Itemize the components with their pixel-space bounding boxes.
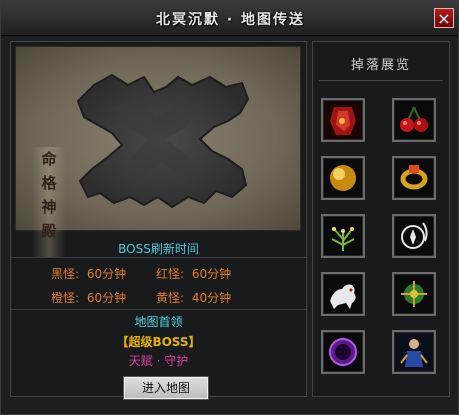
map-teleport-window: 北冥沉默 · 地图传送 × 命格神殿 BOSS刷新时间 黑怪: 60分钟 红怪:… — [0, 0, 459, 415]
rate-row-2: 橙怪: 60分钟 黄怪: 40分钟 — [51, 289, 301, 306]
rate-value-red: 60分钟 — [191, 267, 232, 281]
drop-slot-beast[interactable] — [321, 272, 365, 316]
green-gem-icon — [395, 275, 433, 313]
white-beast-icon — [324, 275, 362, 313]
drop-slot-red-robe[interactable] — [321, 98, 365, 142]
drop-preview-title: 掉落展览 — [350, 58, 411, 73]
rate-label-red: 红怪: — [155, 267, 185, 281]
boss-refresh-header: BOSS刷新时间 — [118, 242, 199, 256]
rate-value-yellow: 40分钟 — [191, 291, 232, 305]
drop-slot-monk[interactable] — [392, 330, 436, 374]
rate-value-black: 60分钟 — [86, 267, 127, 281]
drop-slot-compass[interactable] — [392, 214, 436, 258]
divider — [11, 257, 306, 258]
map-preview: 命格神殿 — [15, 46, 301, 257]
title-bar[interactable]: 北冥沉默 · 地图传送 × — [1, 1, 458, 36]
talent-label: 天赋 · 守护 — [128, 354, 189, 368]
map-name-text: 命格神殿 — [41, 150, 57, 240]
drop-slot-purple-orb[interactable] — [321, 330, 365, 374]
enter-map-button[interactable]: 进入地图 — [124, 377, 208, 399]
compass-icon — [395, 217, 433, 255]
green-plant-icon — [324, 217, 362, 255]
map-leader-header: 地图首领 — [134, 315, 183, 329]
drop-slot-cherry[interactable] — [392, 98, 436, 142]
purple-orb-icon — [324, 333, 362, 371]
divider — [11, 309, 306, 310]
rate-value-orange: 60分钟 — [86, 291, 127, 305]
window-title: 北冥沉默 · 地图传送 — [155, 12, 306, 28]
drop-slot-gold-orb[interactable] — [321, 156, 365, 200]
rate-label-black: 黑怪: — [51, 267, 80, 281]
rate-row-1: 黑怪: 60分钟 红怪: 60分钟 — [51, 265, 301, 282]
drop-slot-plant[interactable] — [321, 214, 365, 258]
close-button[interactable]: × — [434, 8, 454, 28]
cherry-icon — [395, 101, 433, 139]
red-robe-icon — [324, 101, 362, 139]
boss-info: BOSS刷新时间 黑怪: 60分钟 红怪: 60分钟 橙怪: 60分钟 黄怪: … — [11, 237, 306, 368]
rate-label-yellow: 黄怪: — [155, 291, 185, 305]
gold-orb-icon — [324, 159, 362, 197]
super-boss-label: 【超级BOSS】 — [116, 335, 201, 349]
drop-slot-gold-ring[interactable] — [392, 156, 436, 200]
monk-figure-icon — [395, 333, 433, 371]
divider — [319, 80, 443, 81]
drop-slot-green-gem[interactable] — [392, 272, 436, 316]
rate-label-orange: 橙怪: — [51, 291, 80, 305]
gold-ring-icon — [395, 159, 433, 197]
